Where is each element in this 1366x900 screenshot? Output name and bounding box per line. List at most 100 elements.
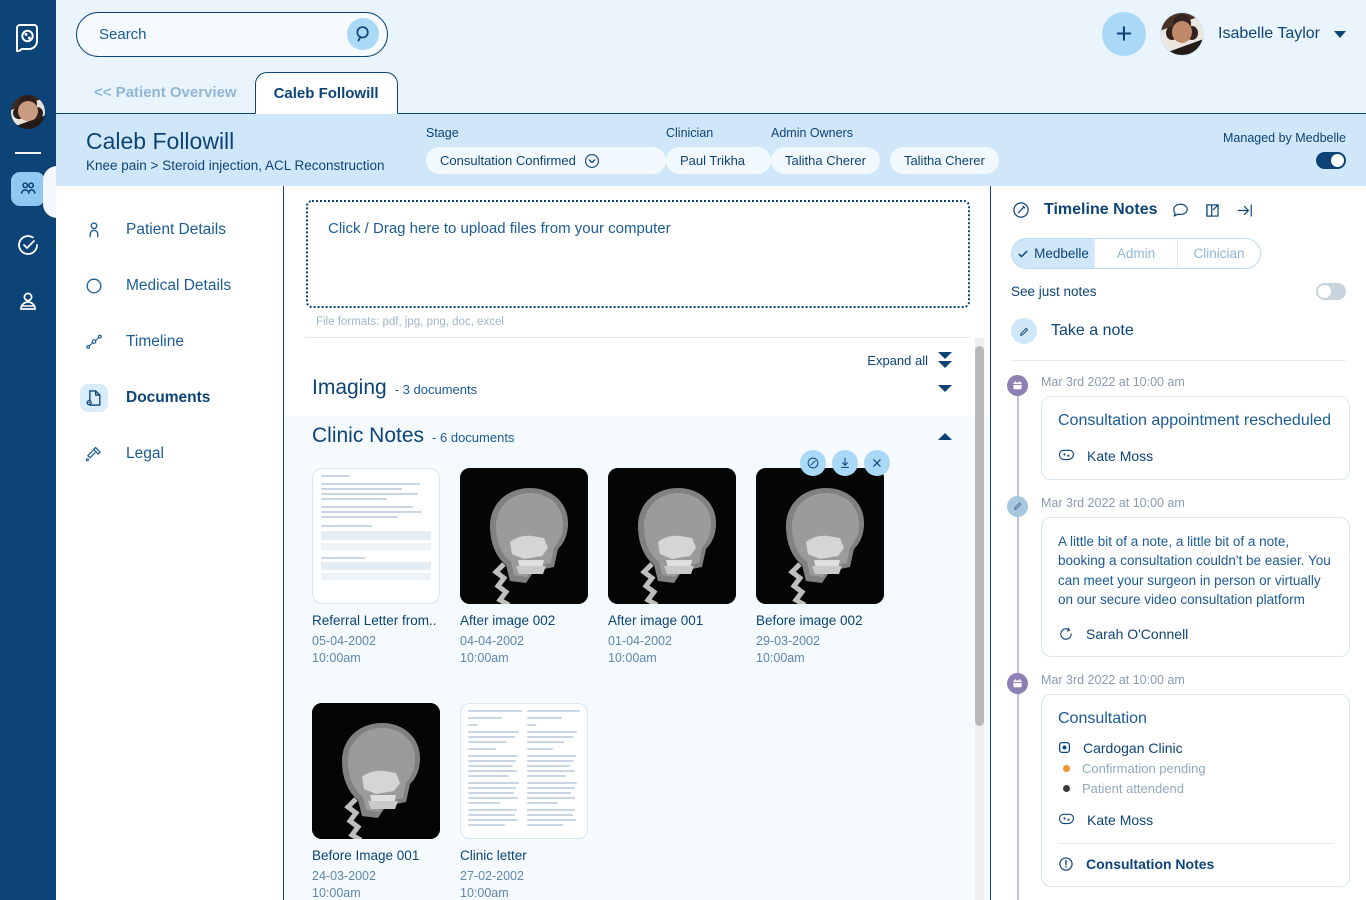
upload-section: Click / Drag here to upload files from y…: [284, 186, 990, 338]
timeline-status: Patient attendend: [1058, 781, 1333, 796]
avatar[interactable]: [10, 94, 46, 130]
section-clinic-notes[interactable]: Clinic Notes - 6 documents: [284, 416, 990, 448]
take-a-note-row[interactable]: Take a note: [991, 318, 1366, 344]
document-card[interactable]: Before image 002 29-03-200210:00am: [756, 468, 884, 667]
timeline-card[interactable]: Consultation Cardogan Clinic: [1041, 694, 1350, 887]
sidebar-item-medical-details[interactable]: Medical Details: [56, 258, 283, 314]
upload-dropzone[interactable]: Click / Drag here to upload files from y…: [306, 200, 970, 308]
download-icon[interactable]: [832, 450, 858, 476]
tab-caleb-followill[interactable]: Caleb Followill: [255, 72, 398, 114]
chevron-double-down-icon[interactable]: [938, 352, 952, 368]
app-rail: [0, 0, 56, 900]
document-date: 04-04-200210:00am: [460, 633, 588, 667]
collapse-right-icon[interactable]: [1235, 201, 1254, 220]
pin-icon[interactable]: [800, 450, 826, 476]
tasks-check-icon[interactable]: [11, 228, 45, 262]
chevron-down-icon[interactable]: [938, 385, 952, 392]
document-thumbnail[interactable]: [460, 703, 588, 839]
document-thumbnail[interactable]: [312, 703, 440, 839]
stage-dropdown[interactable]: Consultation Confirmed: [426, 147, 666, 174]
rail-divider: [15, 152, 41, 154]
admin-owner-chip[interactable]: Talitha Cherer: [890, 147, 999, 174]
top-bar: + Isabelle Taylor: [56, 0, 1366, 68]
profile-icon[interactable]: [11, 284, 45, 318]
chevron-down-icon[interactable]: [1334, 31, 1346, 38]
timeline-status: Confirmation pending: [1058, 761, 1333, 776]
managed-by-toggle[interactable]: [1316, 152, 1346, 169]
medbelle-logo-icon[interactable]: [13, 22, 43, 52]
document-title: Before image 002: [756, 613, 884, 629]
document-card[interactable]: Before Image 001 24-03-200210:00am: [312, 703, 440, 900]
main-area: + Isabelle Taylor << Patient Overview Ca…: [56, 0, 1366, 900]
open-external-icon[interactable]: [1203, 201, 1222, 220]
tab-patient-overview[interactable]: << Patient Overview: [76, 71, 255, 113]
section-count: - 3 documents: [395, 382, 477, 397]
document-title: After image 002: [460, 613, 588, 629]
consultation-notes-link[interactable]: Consultation Notes: [1058, 856, 1333, 872]
document-thumbnail[interactable]: [756, 468, 884, 604]
rail-icon-list: [11, 172, 45, 318]
comment-icon[interactable]: [1171, 201, 1190, 220]
document-card[interactable]: After image 001 01-04-200210:00am: [608, 468, 736, 667]
timeline-entry: Mar 3rd 2022 at 10:00 am Consultation ap…: [1007, 375, 1350, 480]
sidebar-item-timeline[interactable]: Timeline: [56, 314, 283, 370]
add-button[interactable]: +: [1102, 12, 1146, 56]
see-just-notes-toggle[interactable]: [1316, 283, 1346, 300]
section-imaging[interactable]: Imaging - 3 documents: [284, 368, 990, 400]
scrollbar-thumb[interactable]: [975, 346, 984, 726]
section-count: - 6 documents: [432, 430, 514, 445]
chevron-down-circle-icon[interactable]: [584, 153, 600, 169]
timeline-entry: Mar 3rd 2022 at 10:00 am Consultation Ca…: [1007, 673, 1350, 887]
xray-skull-icon: [608, 468, 736, 604]
sidebar-item-legal[interactable]: Legal: [56, 426, 283, 482]
consultation-notes-label: Consultation Notes: [1086, 856, 1214, 872]
user-name[interactable]: Isabelle Taylor: [1218, 25, 1320, 43]
document-date: 29-03-200210:00am: [756, 633, 884, 667]
check-icon: [1017, 248, 1029, 260]
document-card[interactable]: After image 002 04-04-200210:00am: [460, 468, 588, 667]
document-card[interactable]: Referral Letter from.. 05-04-200210:00am: [312, 468, 440, 667]
timeline-heading: Consultation appointment rescheduled: [1058, 411, 1333, 432]
avatar[interactable]: [1160, 12, 1204, 56]
stage-label: Stage: [426, 126, 666, 140]
admin-owner-chip[interactable]: Talitha Cherer: [771, 147, 880, 174]
sidebar-item-documents[interactable]: Documents: [56, 370, 283, 426]
clinician-chip[interactable]: Paul Trikha: [666, 147, 771, 174]
admin-owners-label: Admin Owners: [771, 126, 999, 140]
document-thumbnail[interactable]: [312, 468, 440, 604]
medbelle-badge-icon: [1058, 448, 1075, 465]
timeline-card[interactable]: A little bit of a note, a little bit of …: [1041, 517, 1350, 657]
segment-admin[interactable]: Admin: [1095, 239, 1178, 268]
patients-icon[interactable]: [11, 172, 45, 206]
divider: [1058, 843, 1333, 844]
calendar-icon: [1007, 375, 1028, 396]
segment-medbelle[interactable]: Medbelle: [1012, 239, 1095, 268]
document-card[interactable]: Clinic letter 27-02-200210:00am: [460, 703, 588, 900]
search-input[interactable]: [99, 26, 347, 43]
close-icon[interactable]: [864, 450, 890, 476]
sidebar-item-label: Patient Details: [126, 221, 226, 239]
document-thumbnail[interactable]: [460, 468, 588, 604]
clinician-label: Clinician: [666, 126, 771, 140]
sidebar-item-patient-details[interactable]: Patient Details: [56, 202, 283, 258]
info-icon: [1058, 856, 1074, 872]
sidebar-item-label: Timeline: [126, 333, 184, 351]
segment-clinician[interactable]: Clinician: [1178, 239, 1260, 268]
breadcrumb: Knee pain > Steroid injection, ACL Recon…: [86, 158, 426, 173]
timeline-body: A little bit of a note, a little bit of …: [1058, 532, 1333, 610]
document-thumbnail[interactable]: [608, 468, 736, 604]
timeline-timestamp: Mar 3rd 2022 at 10:00 am: [1041, 375, 1350, 389]
document-cards: Referral Letter from.. 05-04-200210:00am: [284, 448, 990, 900]
search-box[interactable]: [76, 12, 388, 57]
document-list: Expand all Imaging - 3 documents Clinic …: [284, 338, 990, 900]
search-icon[interactable]: [347, 18, 379, 50]
patient-banner: Caleb Followill Knee pain > Steroid inje…: [56, 114, 1366, 186]
top-bar-right: + Isabelle Taylor: [1102, 12, 1346, 56]
status-text: Patient attendend: [1082, 781, 1184, 796]
letter-preview-icon: [461, 704, 587, 835]
expand-all-button[interactable]: Expand all: [867, 353, 928, 368]
timeline-timestamp: Mar 3rd 2022 at 10:00 am: [1041, 673, 1350, 687]
chevron-up-icon[interactable]: [938, 433, 952, 440]
timeline-card[interactable]: Consultation appointment rescheduled Kat…: [1041, 396, 1350, 480]
rail-active-notch: [43, 166, 57, 218]
